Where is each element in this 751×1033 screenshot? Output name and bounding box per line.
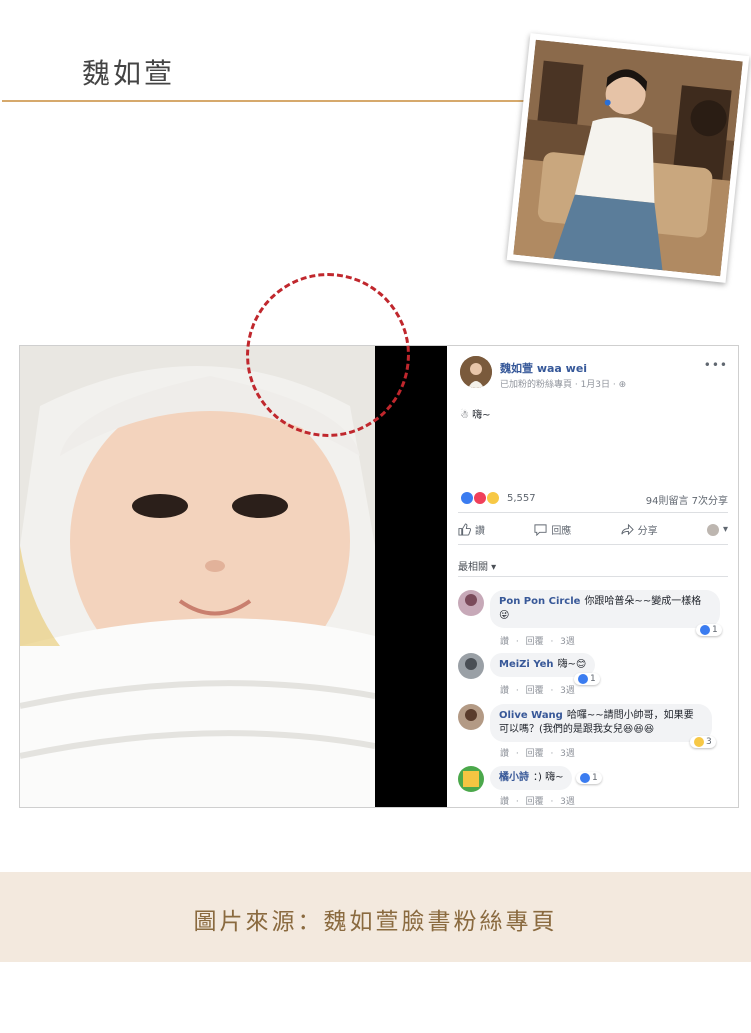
- comment-reaction-badge[interactable]: 3: [690, 736, 716, 748]
- comment-author[interactable]: 橘小詩: [499, 772, 529, 783]
- comment-meta[interactable]: 讚 · 回覆 · 3週: [500, 634, 575, 647]
- post-meta: 已加粉的粉絲專頁 · 1月3日 · ⊕: [500, 380, 627, 390]
- reaction-count: 5,557: [507, 492, 536, 504]
- highlight-dashed-circle: [246, 273, 410, 437]
- love-reaction-icon: [473, 491, 487, 505]
- comment-bubble: Pon Pon Circle 你跟哈普朵~~變成一樣格😜: [490, 590, 720, 628]
- comment-author[interactable]: Olive Wang: [499, 710, 563, 721]
- comment-label: 回應: [551, 526, 572, 537]
- comment-author[interactable]: Pon Pon Circle: [499, 596, 580, 607]
- like-reaction-icon: [700, 625, 710, 635]
- comment-author[interactable]: MeiZi Yeh: [499, 659, 554, 670]
- page-avatar[interactable]: [460, 356, 492, 388]
- like-label: 讚: [475, 526, 485, 537]
- comment-reaction-badge[interactable]: 1: [696, 624, 722, 636]
- commenter-avatar[interactable]: [458, 766, 484, 792]
- share-button[interactable]: 分享: [621, 522, 658, 537]
- chevron-down-icon: ▾: [722, 524, 728, 535]
- share-label: 分享: [637, 526, 658, 537]
- comment-reaction-badge[interactable]: 1: [576, 772, 602, 784]
- more-options-icon[interactable]: •••: [704, 358, 728, 372]
- divider: [458, 512, 728, 513]
- reaction-summary[interactable]: 5,557: [460, 491, 536, 505]
- reaction-picker-avatar[interactable]: ▾: [706, 522, 728, 537]
- commenter-avatar[interactable]: [458, 653, 484, 679]
- comment-share-count[interactable]: 94則留言 7次分享: [646, 492, 728, 507]
- comment-bubble: 橘小詩 ：) 嗨~: [490, 766, 573, 790]
- post-text: ☃ 嗨~: [460, 410, 491, 421]
- page-name-link[interactable]: 魏如萱 waa wei: [500, 360, 587, 376]
- comment-text: ：) 嗨~: [533, 772, 564, 783]
- like-reaction-icon: [580, 773, 590, 783]
- share-icon: [621, 523, 634, 536]
- photo-black-margin: [375, 346, 447, 807]
- like-button[interactable]: 讚: [458, 522, 485, 537]
- haha-reaction-icon: [694, 737, 704, 747]
- comment-reaction-badge[interactable]: 1: [574, 673, 600, 685]
- person-name-title: 魏如萱: [82, 57, 176, 90]
- comment-meta[interactable]: 讚 · 回覆 · 3週: [500, 683, 575, 696]
- comment-icon: [534, 524, 547, 536]
- title-underline: [2, 100, 528, 102]
- comment-meta[interactable]: 讚 · 回覆 · 3週: [500, 746, 575, 759]
- divider: [458, 544, 728, 545]
- thumbs-up-icon: [458, 523, 471, 536]
- image-credit-text: 圖片來源：魏如萱臉書粉絲專頁: [193, 909, 558, 935]
- portrait-photo: [506, 33, 750, 283]
- post-sidebar: 魏如萱 waa wei 已加粉的粉絲專頁 · 1月3日 · ⊕ ••• ☃ 嗨~…: [448, 346, 738, 807]
- comment-button[interactable]: 回應: [534, 522, 571, 537]
- commenter-avatar[interactable]: [458, 704, 484, 730]
- image-credit-banner: 圖片來源：魏如萱臉書粉絲專頁: [0, 872, 751, 962]
- divider: [458, 576, 728, 577]
- post-actions: 讚 回應 分享 ▾: [458, 522, 728, 537]
- haha-reaction-icon: [486, 491, 500, 505]
- comment-bubble: Olive Wang 哈囉~~請問小帥哥，如果要可以嗎？(我們的是跟我女兒😆😆😆: [490, 704, 712, 742]
- commenter-avatar[interactable]: [458, 590, 484, 616]
- like-reaction-icon: [578, 674, 588, 684]
- comment-meta[interactable]: 讚 · 回覆 · 3週: [500, 794, 575, 807]
- sort-comments-dropdown[interactable]: 最相關 ▾: [458, 558, 496, 573]
- like-reaction-icon: [460, 491, 474, 505]
- comment-text: 嗨~😊: [557, 659, 587, 670]
